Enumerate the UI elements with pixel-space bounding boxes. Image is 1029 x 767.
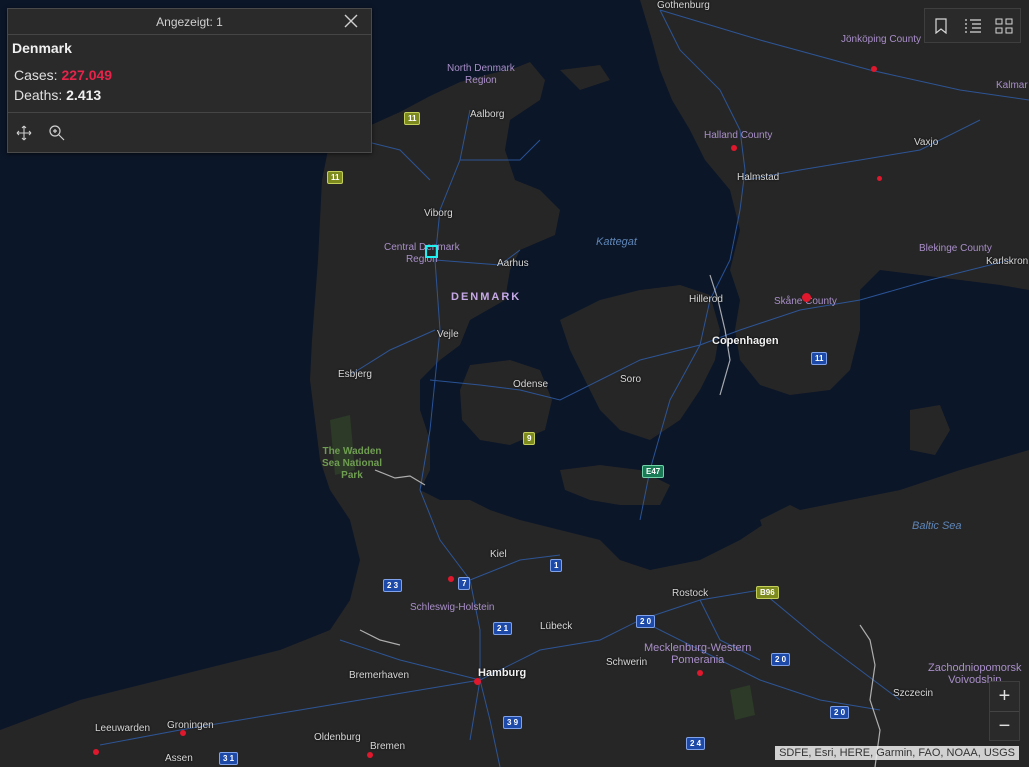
road-shield-e47: E47	[642, 465, 665, 478]
city-label-kiel: Kiel	[490, 549, 507, 560]
close-icon[interactable]	[343, 13, 359, 29]
case-marker[interactable]	[367, 752, 373, 758]
road-shield-31: 3 1	[219, 752, 239, 765]
city-label-assen: Assen	[165, 753, 193, 764]
city-label-odense: Odense	[513, 379, 549, 390]
road-shield-7: 7	[458, 577, 471, 590]
road-shield-39: 3 9	[503, 716, 523, 729]
road-shield-21: 2 1	[493, 622, 513, 635]
road-shield-11: 11	[404, 112, 421, 125]
list-icon	[964, 18, 981, 33]
map-view[interactable]: Gothenburg North Denmark Region Aalborg V…	[0, 0, 1029, 767]
map-toolbar	[924, 8, 1021, 43]
road-shield-9: 9	[523, 432, 536, 445]
city-label-hillerod: Hillerod	[689, 294, 723, 305]
road-shield-11: 11	[327, 171, 344, 184]
city-label-groningen: Groningen	[167, 720, 214, 731]
city-label-hamburg: Hamburg	[478, 667, 527, 679]
bookmark-icon	[935, 17, 947, 34]
city-label-aalborg: Aalborg	[470, 109, 505, 120]
region-label-schleswig-holstein: Schleswig-Holstein	[410, 602, 495, 613]
map-attribution: SDFE, Esri, HERE, Garmin, FAO, NOAA, USG…	[775, 746, 1019, 760]
popup-title: Denmark	[12, 40, 72, 56]
region-label-north-denmark: North Denmark Region	[447, 63, 515, 87]
park-label-line1: The Wadden	[322, 446, 382, 457]
cases-value: 227.049	[61, 67, 113, 83]
road-shield-b96: B96	[756, 586, 779, 599]
region-label-blekinge: Blekinge County	[919, 243, 992, 254]
city-label-halmstad: Halmstad	[737, 172, 780, 183]
region-label-mecklenburg: Mecklenburg-Western Pomerania	[644, 642, 751, 666]
deaths-label: Deaths:	[14, 87, 67, 103]
case-marker[interactable]	[448, 576, 454, 582]
city-label-schwerin: Schwerin	[606, 657, 648, 668]
layer-list-button[interactable]	[957, 9, 989, 42]
popup-actions	[8, 112, 371, 153]
bookmarks-button[interactable]	[925, 9, 957, 42]
region-label-central-denmark: Central Denmark Region	[384, 242, 460, 266]
park-label-line2: Sea National	[322, 458, 383, 469]
case-marker[interactable]	[877, 176, 882, 181]
region-label-north-denmark-line1: North Denmark	[447, 63, 515, 74]
move-icon[interactable]	[14, 123, 34, 143]
city-label-oldenburg: Oldenburg	[314, 732, 361, 743]
country-label-denmark: DENMARK	[451, 291, 522, 303]
case-marker[interactable]	[802, 293, 811, 302]
region-label-zachodniopomorskie-line1: Zachodniopomorsk	[928, 662, 1022, 674]
park-label-wadden-sea: The Wadden Sea National Park	[322, 446, 382, 482]
case-marker[interactable]	[731, 145, 737, 151]
road-shield-20: 2 0	[830, 706, 850, 719]
case-marker[interactable]	[474, 678, 481, 685]
city-label-bremerhaven: Bremerhaven	[349, 670, 410, 681]
deaths-value: 2.413	[66, 87, 102, 103]
feature-popup: Angezeigt: 1 Denmark Cases: 227.049 Deat…	[7, 8, 372, 153]
zoom-in-icon[interactable]	[47, 123, 67, 143]
case-marker[interactable]	[93, 749, 99, 755]
grid-icon	[995, 18, 1013, 33]
city-label-gothenburg: Gothenburg	[657, 0, 710, 11]
road-shield-20: 2 0	[636, 615, 656, 628]
road-shield-11: 11	[811, 352, 828, 365]
city-label-viborg: Viborg	[424, 208, 453, 219]
city-label-soro: Soro	[620, 374, 642, 385]
case-marker[interactable]	[697, 670, 703, 676]
region-label-jonkoping: Jönköping County	[841, 34, 922, 45]
zoom-in-button[interactable]: +	[990, 682, 1019, 712]
city-label-rostock: Rostock	[672, 588, 709, 599]
park-label-line3: Park	[341, 470, 363, 481]
popup-cases-row: Cases: 227.049	[14, 65, 371, 85]
selected-feature-highlight[interactable]	[425, 245, 438, 258]
region-label-north-denmark-line2: Region	[465, 75, 497, 86]
road-shield-1: 1	[550, 559, 563, 572]
road-shield-20: 2 0	[771, 653, 791, 666]
city-label-karlskrona: Karlskron	[986, 256, 1029, 267]
water-label-baltic-sea: Baltic Sea	[912, 520, 962, 532]
region-label-mecklenburg-line1: Mecklenburg-Western	[644, 642, 752, 654]
city-label-aarhus: Aarhus	[497, 258, 529, 269]
popup-header: Angezeigt: 1	[8, 9, 371, 35]
case-marker[interactable]	[180, 730, 186, 736]
cases-label: Cases:	[14, 67, 62, 83]
city-label-bremen: Bremen	[370, 741, 406, 752]
popup-header-label: Angezeigt: 1	[156, 14, 223, 29]
road-shield-24: 2 4	[686, 737, 706, 750]
city-label-esbjerg: Esbjerg	[338, 369, 372, 380]
city-label-copenhagen: Copenhagen	[712, 335, 779, 347]
zoom-controls: + −	[989, 681, 1020, 741]
popup-deaths-row: Deaths: 2.413	[14, 85, 371, 105]
city-label-leeuwarden: Leeuwarden	[95, 723, 151, 734]
road-shield-23: 2 3	[383, 579, 403, 592]
zoom-out-button[interactable]: −	[990, 712, 1019, 741]
region-label-mecklenburg-line2: Pomerania	[671, 654, 725, 666]
case-marker[interactable]	[871, 66, 877, 72]
water-label-kattegat: Kattegat	[596, 236, 637, 248]
city-label-lubeck: Lübeck	[540, 621, 573, 632]
basemap-gallery-button[interactable]	[988, 9, 1020, 42]
city-label-vejle: Vejle	[437, 329, 459, 340]
city-label-vaxjo: Vaxjo	[914, 137, 939, 148]
region-label-kalmar: Kalmar	[996, 80, 1028, 91]
city-label-szczecin: Szczecin	[893, 688, 934, 699]
region-label-halland: Halland County	[704, 130, 773, 141]
region-label-central-denmark-line1: Central Denmark	[384, 242, 460, 253]
